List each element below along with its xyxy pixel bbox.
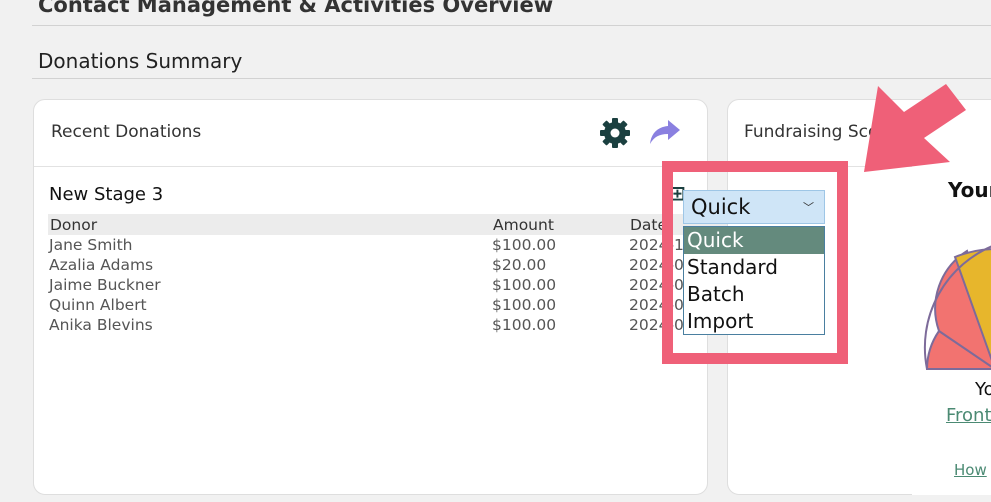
donor-cell: Quinn Albert (49, 296, 147, 314)
recent-donations-card: Recent Donations New Stage 3 Donor Amoun… (33, 99, 740, 495)
card-header-divider (34, 166, 740, 167)
amount-cell: $20.00 (492, 256, 547, 274)
gear-icon[interactable] (599, 117, 631, 153)
donations-table: Donor Amount Date Jane Smith $100.00 202… (48, 214, 740, 335)
share-arrow-icon[interactable] (648, 118, 682, 150)
page-title: Contact Management & Activities Overview (38, 0, 554, 17)
table-header-row: Donor Amount Date (48, 214, 740, 235)
select-value: Quick (691, 195, 751, 219)
donor-cell: Jane Smith (49, 236, 133, 254)
entry-type-select[interactable]: Quick ﹀ (683, 190, 825, 224)
entry-type-options: Quick Standard Batch Import (683, 226, 825, 335)
table-row[interactable]: Jane Smith $100.00 2024-10 (48, 235, 740, 255)
table-row[interactable]: Jaime Buckner $100.00 2024-0 (48, 275, 740, 295)
amount-cell: $100.00 (492, 316, 557, 334)
donor-cell: Azalia Adams (49, 256, 154, 274)
stage-title: New Stage 3 (49, 184, 164, 205)
front-link[interactable]: Front (946, 405, 991, 426)
recent-donations-title: Recent Donations (51, 122, 202, 142)
table-row[interactable]: Anika Blevins $100.00 2024-0 (48, 315, 740, 335)
pointer-arrow-icon (860, 80, 991, 184)
amount-cell: $100.00 (492, 236, 557, 254)
section-divider (32, 78, 991, 79)
option-batch[interactable]: Batch (684, 281, 824, 308)
header-divider (32, 25, 991, 26)
donor-cell: Jaime Buckner (49, 276, 161, 294)
option-quick[interactable]: Quick (684, 227, 824, 254)
table-row[interactable]: Quinn Albert $100.00 2024-0 (48, 295, 740, 315)
section-title: Donations Summary (38, 49, 243, 73)
option-standard[interactable]: Standard (684, 254, 824, 281)
amount-cell: $100.00 (492, 276, 557, 294)
column-header-amount[interactable]: Amount (491, 214, 628, 235)
score-gauge (915, 215, 991, 375)
amount-cell: $100.00 (492, 296, 557, 314)
how-link[interactable]: How (954, 461, 987, 479)
option-import[interactable]: Import (684, 308, 824, 335)
table-row[interactable]: Azalia Adams $20.00 2024-0 (48, 255, 740, 275)
column-header-donor[interactable]: Donor (48, 214, 491, 235)
gauge-caption: Yo (975, 379, 991, 400)
donor-cell: Anika Blevins (49, 316, 153, 334)
chevron-down-icon: ﹀ (803, 201, 814, 214)
